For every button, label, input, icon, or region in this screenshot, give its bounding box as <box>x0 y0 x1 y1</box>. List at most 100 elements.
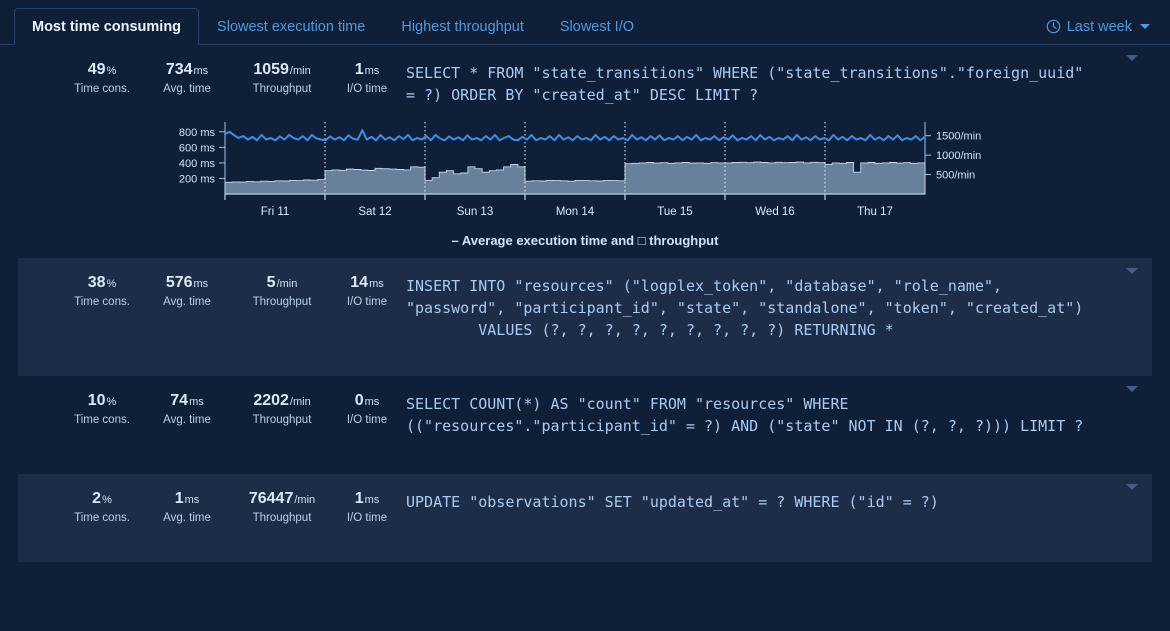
performance-chart: 800 ms 600 ms 400 ms 200 ms 1500/min 1000/min… <box>18 106 1152 254</box>
metric-unit: /min <box>276 278 298 290</box>
metric-label: Throughput <box>252 512 312 524</box>
tab-list: Most time consuming Slowest execution ti… <box>14 0 652 45</box>
metric-unit: % <box>106 65 117 77</box>
svg-text:Thu 17: Thu 17 <box>857 206 893 218</box>
metric-unit: ms <box>364 494 380 506</box>
metric-value: 74 <box>170 392 189 409</box>
metric-label: Throughput <box>252 414 312 426</box>
time-range-selector[interactable]: Last week <box>1046 8 1156 45</box>
svg-text:Mon 14: Mon 14 <box>556 206 595 218</box>
metric-value: 38 <box>87 274 106 291</box>
metric-throughput: 2202/min Throughput <box>222 392 320 426</box>
svg-text:600 ms: 600 ms <box>179 142 216 154</box>
metric-label: Time cons. <box>74 83 130 95</box>
metric-unit: /min <box>289 65 311 77</box>
metric-value: 76447 <box>248 490 294 507</box>
metric-time-consumed: 2% Time cons. <box>52 490 130 524</box>
query-row[interactable]: 49% Time cons. 734ms Avg. time 1059/min … <box>18 45 1152 258</box>
metric-value: 2202 <box>253 392 289 409</box>
metric-label: Time cons. <box>74 512 130 524</box>
query-list: 49% Time cons. 734ms Avg. time 1059/min … <box>0 45 1170 562</box>
metrics-group: 38% Time cons. 576ms Avg. time 5/min Thr… <box>18 274 392 308</box>
metric-value: 1059 <box>253 61 289 78</box>
metric-unit: ms <box>189 396 204 408</box>
metric-value: 1 <box>174 490 184 507</box>
chart-svg: 800 ms 600 ms 400 ms 200 ms 1500/min 1000/min… <box>179 122 981 218</box>
metric-unit: % <box>106 278 117 290</box>
sql-statement: SELECT COUNT(*) AS "count" FROM "resourc… <box>406 395 1084 435</box>
metric-label: Time cons. <box>74 296 130 308</box>
collapse-toggle-icon[interactable] <box>1126 55 1138 61</box>
metric-value: 576 <box>165 274 193 291</box>
collapse-toggle-icon[interactable] <box>1126 268 1138 274</box>
metric-value: 10 <box>87 392 106 409</box>
metrics-group: 2% Time cons. 1ms Avg. time 76447/min Th… <box>18 490 392 524</box>
metric-avg-time: 734ms Avg. time <box>130 61 222 95</box>
svg-text:800 ms: 800 ms <box>179 127 216 139</box>
svg-text:1500/min: 1500/min <box>936 131 981 143</box>
metric-label: Time cons. <box>74 414 130 426</box>
query-row[interactable]: 2% Time cons. 1ms Avg. time 76447/min Th… <box>18 474 1152 562</box>
tab-slowest-io[interactable]: Slowest I/O <box>542 8 652 45</box>
chart-legend: – Average execution time and □ throughpu… <box>451 233 719 248</box>
metric-value: 5 <box>266 274 276 291</box>
svg-text:Wed 16: Wed 16 <box>755 206 794 218</box>
metric-avg-time: 576ms Avg. time <box>130 274 222 308</box>
metric-label: Throughput <box>252 296 312 308</box>
metrics-group: 49% Time cons. 734ms Avg. time 1059/min … <box>18 61 392 95</box>
metric-throughput: 1059/min Throughput <box>222 61 320 95</box>
svg-text:Tue 15: Tue 15 <box>657 206 692 218</box>
clock-icon <box>1046 19 1060 34</box>
metric-time-consumed: 10% Time cons. <box>52 392 130 426</box>
metric-io-time: 1ms I/O time <box>320 490 392 524</box>
metric-io-time: 14ms I/O time <box>320 274 392 308</box>
metric-unit: ms <box>193 278 209 290</box>
metric-unit: ms <box>364 65 380 77</box>
svg-text:400 ms: 400 ms <box>179 158 216 170</box>
metric-value: 49 <box>87 61 106 78</box>
metric-unit: ms <box>193 65 209 77</box>
chevron-down-icon <box>1140 24 1150 29</box>
metric-label: Avg. time <box>163 414 211 426</box>
metric-label: Avg. time <box>163 296 211 308</box>
metric-unit: /min <box>289 396 311 408</box>
metric-label: Throughput <box>252 83 312 95</box>
metric-time-consumed: 49% Time cons. <box>52 61 130 95</box>
metric-value: 14 <box>350 274 369 291</box>
tab-highest-throughput[interactable]: Highest throughput <box>383 8 542 45</box>
metric-throughput: 76447/min Throughput <box>222 490 320 524</box>
metric-value: 1 <box>354 61 364 78</box>
sql-statement: UPDATE "observations" SET "updated_at" =… <box>406 493 939 511</box>
metric-avg-time: 1ms Avg. time <box>130 490 222 524</box>
metric-value: 0 <box>354 392 364 409</box>
metric-io-time: 1ms I/O time <box>320 61 392 95</box>
collapse-toggle-icon[interactable] <box>1126 386 1138 392</box>
metric-unit: % <box>106 396 117 408</box>
tab-most-time-consuming[interactable]: Most time consuming <box>14 8 200 45</box>
tab-bar: Most time consuming Slowest execution ti… <box>0 0 1170 45</box>
metric-label: I/O time <box>346 83 388 95</box>
collapse-toggle-icon[interactable] <box>1126 484 1138 490</box>
metric-unit: % <box>102 494 112 506</box>
metric-throughput: 5/min Throughput <box>222 274 320 308</box>
metric-value: 734 <box>165 61 193 78</box>
metric-value: 2 <box>92 490 102 507</box>
tab-slowest-execution-time[interactable]: Slowest execution time <box>199 8 383 45</box>
sql-statement: INSERT INTO "resources" ("logplex_token"… <box>406 277 1084 339</box>
metric-label: I/O time <box>346 296 388 308</box>
metric-time-consumed: 38% Time cons. <box>52 274 130 308</box>
query-row[interactable]: 10% Time cons. 74ms Avg. time 2202/min T… <box>18 376 1152 474</box>
sql-statement: SELECT * FROM "state_transitions" WHERE … <box>406 64 1084 104</box>
svg-text:Sat 12: Sat 12 <box>358 206 391 218</box>
metric-label: Avg. time <box>163 512 211 524</box>
metric-avg-time: 74ms Avg. time <box>130 392 222 426</box>
svg-text:Fri 11: Fri 11 <box>261 206 290 218</box>
metric-value: 1 <box>354 490 364 507</box>
svg-text:Sun 13: Sun 13 <box>457 206 493 218</box>
svg-text:500/min: 500/min <box>936 170 975 182</box>
query-row[interactable]: 38% Time cons. 576ms Avg. time 5/min Thr… <box>18 258 1152 376</box>
metric-unit: /min <box>294 494 316 506</box>
metric-label: I/O time <box>346 512 388 524</box>
metric-unit: ms <box>369 278 384 290</box>
time-range-label: Last week <box>1066 18 1132 35</box>
